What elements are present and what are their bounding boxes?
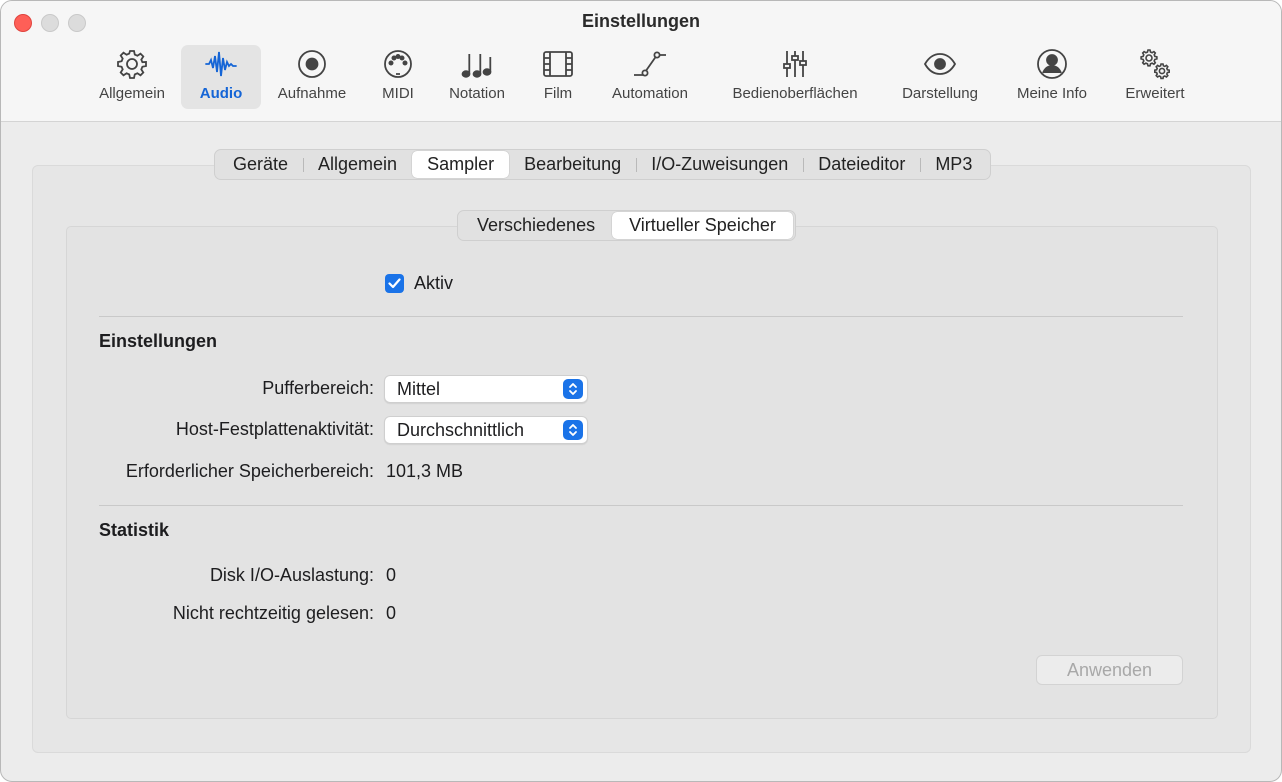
memory-value: 101,3 MB [386, 461, 464, 481]
buffer-label: Pufferbereich: [262, 378, 374, 398]
waveform-icon [181, 47, 261, 83]
toolbar-label: Bedienoberflächen [732, 85, 858, 102]
subtab-virtueller-speicher[interactable]: Virtueller Speicher [612, 212, 793, 239]
memory-label: Erforderlicher Speicherbereich: [125, 461, 374, 481]
late-read-value: 0 [386, 603, 397, 623]
buffer-value: Mittel [397, 379, 441, 399]
title-bar: Einstellungen Allgemein Audio Aufnahme M… [1, 1, 1281, 122]
toolbar-item-aufnahme[interactable]: Aufnahme [267, 45, 357, 109]
tab-sampler[interactable]: Sampler [412, 151, 510, 178]
preferences-window: Einstellungen Allgemein Audio Aufnahme M… [0, 0, 1282, 782]
eye-icon [889, 47, 991, 83]
toolbar-item-audio[interactable]: Audio [181, 45, 261, 109]
toolbar-label: Notation [449, 85, 505, 102]
tab-mp3[interactable]: MP3 [920, 151, 987, 178]
film-icon [523, 47, 593, 83]
toolbar-label: Darstellung [902, 85, 978, 102]
gear-icon [87, 47, 177, 83]
settings-heading: Einstellungen [99, 331, 218, 351]
tab-dateieditor[interactable]: Dateieditor [803, 151, 922, 178]
aktiv-checkbox-row[interactable]: Aktiv [385, 273, 453, 294]
toolbar-item-midi[interactable]: MIDI [363, 45, 433, 109]
tab-allgemein[interactable]: Allgemein [303, 151, 412, 178]
toolbar-item-allgemein[interactable]: Allgemein [87, 45, 177, 109]
toolbar-item-notation[interactable]: Notation [439, 45, 515, 109]
aktiv-checkbox[interactable] [385, 274, 404, 293]
automation-icon [599, 47, 701, 83]
disk-activity-value: Durchschnittlich [397, 420, 525, 440]
toolbar-item-bedienoberflaechen[interactable]: Bedienoberflächen [717, 45, 873, 109]
disk-io-label: Disk I/O-Auslastung: [209, 565, 374, 585]
toolbar-item-film[interactable]: Film [523, 45, 593, 109]
notes-icon [439, 47, 515, 83]
toolbar-item-meine-info[interactable]: Meine Info [1005, 45, 1099, 109]
checkmark-icon [388, 278, 401, 289]
toolbar-label: Meine Info [1016, 85, 1088, 102]
apply-button[interactable]: Anwenden [1036, 655, 1183, 685]
divider [99, 316, 1183, 317]
sub-tab-bar: Verschiedenes Virtueller Speicher [457, 210, 796, 241]
toolbar-label: Automation [612, 85, 688, 102]
toolbar-label: Film [543, 85, 573, 102]
chevron-up-down-icon [563, 379, 583, 399]
tab-bearbeitung[interactable]: Bearbeitung [509, 151, 638, 178]
person-icon [1005, 47, 1099, 83]
tab-geraete[interactable]: Geräte [218, 151, 305, 178]
toolbar-label: Aufnahme [277, 85, 347, 102]
sliders-icon [717, 47, 873, 83]
record-icon [267, 47, 357, 83]
toolbar-item-automation[interactable]: Automation [599, 45, 701, 109]
midi-icon [363, 47, 433, 83]
late-read-label: Nicht rechtzeitig gelesen: [172, 603, 374, 623]
divider [99, 505, 1183, 506]
disk-io-value: 0 [386, 565, 397, 585]
gears-icon [1111, 47, 1199, 83]
toolbar-label: Audio [199, 85, 243, 102]
toolbar-label: Erweitert [1125, 85, 1185, 102]
buffer-popup[interactable]: Mittel [384, 375, 588, 403]
subtab-verschiedenes[interactable]: Verschiedenes [460, 212, 612, 239]
disk-activity-popup[interactable]: Durchschnittlich [384, 416, 588, 444]
chevron-up-down-icon [563, 420, 583, 440]
toolbar-item-darstellung[interactable]: Darstellung [889, 45, 991, 109]
tab-io-zuweisungen[interactable]: I/O-Zuweisungen [636, 151, 805, 178]
toolbar-label: Allgemein [99, 85, 165, 102]
toolbar-item-erweitert[interactable]: Erweitert [1111, 45, 1199, 109]
preferences-toolbar: Allgemein Audio Aufnahme MIDI Notation F… [1, 45, 1281, 111]
window-title: Einstellungen [581, 11, 700, 31]
statistics-heading: Statistik [99, 520, 170, 540]
toolbar-label: MIDI [382, 85, 414, 102]
aktiv-label: Aktiv [414, 273, 454, 293]
disk-activity-label: Host-Festplattenaktivität: [175, 419, 374, 439]
main-tab-bar: Geräte Allgemein Sampler Bearbeitung I/O… [214, 149, 992, 180]
